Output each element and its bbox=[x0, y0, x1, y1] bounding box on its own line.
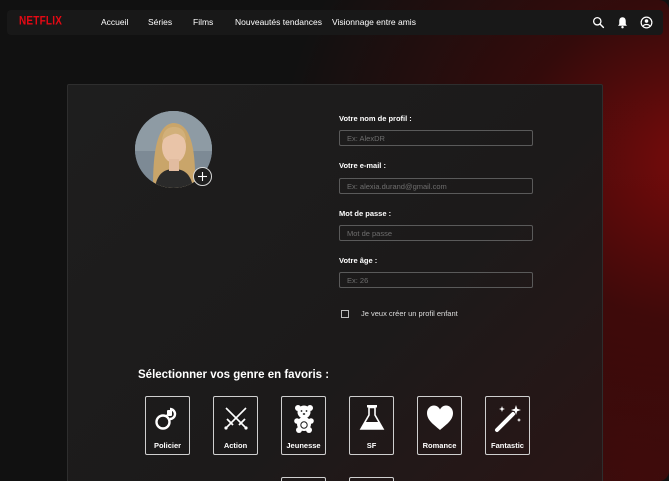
top-navigation: NETFLIX Accueil Séries Films Nouveautés … bbox=[7, 10, 663, 35]
app-window: NETFLIX Accueil Séries Films Nouveautés … bbox=[0, 0, 669, 481]
add-photo-button[interactable] bbox=[193, 167, 212, 186]
child-profile-checkbox[interactable] bbox=[341, 310, 349, 318]
bell-icon[interactable] bbox=[616, 16, 629, 29]
email-label: Votre e-mail : bbox=[339, 161, 386, 170]
genre-card-policier[interactable]: Policier bbox=[145, 396, 190, 455]
genre-label: Action bbox=[223, 441, 248, 450]
handcuffs-icon bbox=[155, 407, 177, 430]
genre-label: Romance bbox=[422, 441, 457, 450]
age-label: Votre âge : bbox=[339, 256, 378, 265]
crossed-swords-icon bbox=[224, 407, 248, 430]
age-input[interactable] bbox=[339, 272, 533, 288]
profile-name-input[interactable] bbox=[339, 130, 533, 146]
profile-form-panel: Votre nom de profil : Votre e-mail : Mot… bbox=[67, 84, 603, 481]
plus-icon bbox=[198, 172, 207, 181]
genre-card-sf[interactable]: SF bbox=[349, 396, 394, 455]
genre-label: SF bbox=[366, 441, 377, 450]
nav-link-visionnage[interactable]: Visionnage entre amis bbox=[332, 17, 416, 27]
magic-wand-icon bbox=[495, 405, 521, 432]
teddy-bear-icon bbox=[294, 405, 314, 433]
password-input[interactable] bbox=[339, 225, 533, 241]
nav-link-accueil[interactable]: Accueil bbox=[101, 17, 128, 27]
genres-title: Sélectionner vos genre en favoris : bbox=[138, 369, 330, 381]
genre-card-action[interactable]: Action bbox=[213, 396, 258, 455]
genre-card-partial[interactable] bbox=[281, 477, 326, 481]
genre-label: Policier bbox=[153, 441, 182, 450]
genre-card-partial[interactable] bbox=[349, 477, 394, 481]
password-label: Mot de passe : bbox=[339, 209, 392, 218]
genre-label: Jeunesse bbox=[286, 441, 321, 450]
flask-icon bbox=[359, 405, 385, 430]
nav-link-series[interactable]: Séries bbox=[148, 17, 172, 27]
netflix-logo[interactable]: NETFLIX bbox=[19, 15, 62, 28]
nav-link-nouveautes[interactable]: Nouveautés tendances bbox=[235, 17, 322, 27]
genre-card-romance[interactable]: Romance bbox=[417, 396, 462, 455]
heart-icon bbox=[427, 405, 453, 430]
account-icon[interactable] bbox=[640, 16, 653, 29]
child-profile-label: Je veux créer un profil enfant bbox=[361, 309, 458, 318]
email-input[interactable] bbox=[339, 178, 533, 194]
nav-link-films[interactable]: Films bbox=[193, 17, 213, 27]
genre-card-fantastic[interactable]: Fantastic bbox=[485, 396, 530, 455]
genre-card-jeunesse[interactable]: Jeunesse bbox=[281, 396, 326, 455]
profile-name-label: Votre nom de profil : bbox=[339, 114, 412, 123]
search-icon[interactable] bbox=[592, 16, 605, 29]
genre-label: Fantastic bbox=[491, 441, 524, 450]
